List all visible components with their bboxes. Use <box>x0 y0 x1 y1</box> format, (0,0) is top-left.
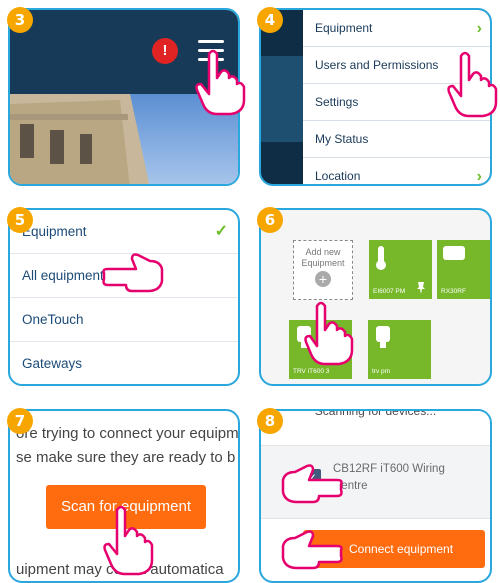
menu-item-label: Location <box>315 169 361 183</box>
hand-pointer-icon <box>195 49 246 116</box>
scanning-title: Scanning for devices... <box>314 409 437 418</box>
menu-item-my-status[interactable]: My Status <box>303 121 490 158</box>
menu-item-label: Equipment <box>315 21 373 35</box>
hand-pointer-sideways-icon <box>281 530 343 570</box>
menu-item-label: Settings <box>315 95 359 109</box>
hand-pointer-icon <box>304 301 354 366</box>
step-5-panel: Equipment ✓ All equipment OneTouch Gatew… <box>8 208 240 386</box>
tile-label: trv pm <box>372 368 391 375</box>
chevron-down-icon: ✓ <box>214 223 228 240</box>
menu-item-label: Gateways <box>22 356 83 371</box>
step-badge-3: 3 <box>7 7 33 33</box>
step-badge-7: 7 <box>7 408 33 434</box>
chevron-right-icon: › <box>476 20 482 37</box>
scanning-header: Scanning for devices... <box>261 411 490 439</box>
device-icon <box>443 246 465 260</box>
menu-item-equipment[interactable]: Equipment › <box>303 10 490 47</box>
menu-item-label: All equipment <box>22 268 104 283</box>
step-badge-8: 8 <box>257 408 283 434</box>
menu-item-label: Equipment <box>22 224 87 239</box>
valve-icon <box>376 326 390 348</box>
tile-label: EI6007 PM <box>373 288 406 295</box>
hand-pointer-sideways-icon <box>281 464 343 504</box>
instruction-text: ore trying to connect your equipm <box>16 425 239 442</box>
plus-icon: + <box>315 271 331 287</box>
device-name: CB12RF iT600 Wiring Centre <box>333 463 445 492</box>
equipment-tile[interactable]: EI6007 PM <box>369 240 432 299</box>
menu-item-equipment[interactable]: Equipment ✓ <box>10 210 238 254</box>
menu-item-label: OneTouch <box>22 312 84 327</box>
app-background <box>261 56 303 142</box>
step-6-panel: Add new Equipment + EI6007 PM RX30RF TRV… <box>259 208 492 386</box>
instruction-text: se make sure they are ready to b <box>16 449 236 466</box>
equipment-tile[interactable]: RX30RF <box>437 240 490 299</box>
hand-pointer-sideways-icon <box>102 253 164 293</box>
step-badge-6: 6 <box>257 207 283 233</box>
add-new-equipment-button[interactable]: Add new Equipment + <box>293 240 353 300</box>
tile-label: TRV iT600 3 <box>293 368 330 375</box>
menu-item-label: My Status <box>315 132 369 146</box>
menu-item-gateways[interactable]: Gateways <box>10 342 238 384</box>
hand-pointer-icon <box>447 51 498 118</box>
menu-item-onetouch[interactable]: OneTouch <box>10 298 238 342</box>
pin-icon <box>417 282 425 294</box>
hand-pointer-icon <box>103 505 154 576</box>
tile-label: RX30RF <box>441 288 466 295</box>
chevron-right-icon: › <box>476 168 482 185</box>
equipment-tile[interactable]: trv pm <box>368 320 431 379</box>
thermometer-icon <box>376 246 386 270</box>
step-badge-4: 4 <box>257 7 283 33</box>
step-badge-5: 5 <box>7 207 33 233</box>
alert-icon[interactable]: ! <box>152 38 178 64</box>
add-new-label: Add new Equipment <box>301 247 345 268</box>
menu-item-label: Users and Permissions <box>315 58 439 72</box>
menu-item-location[interactable]: Location › <box>303 158 490 185</box>
